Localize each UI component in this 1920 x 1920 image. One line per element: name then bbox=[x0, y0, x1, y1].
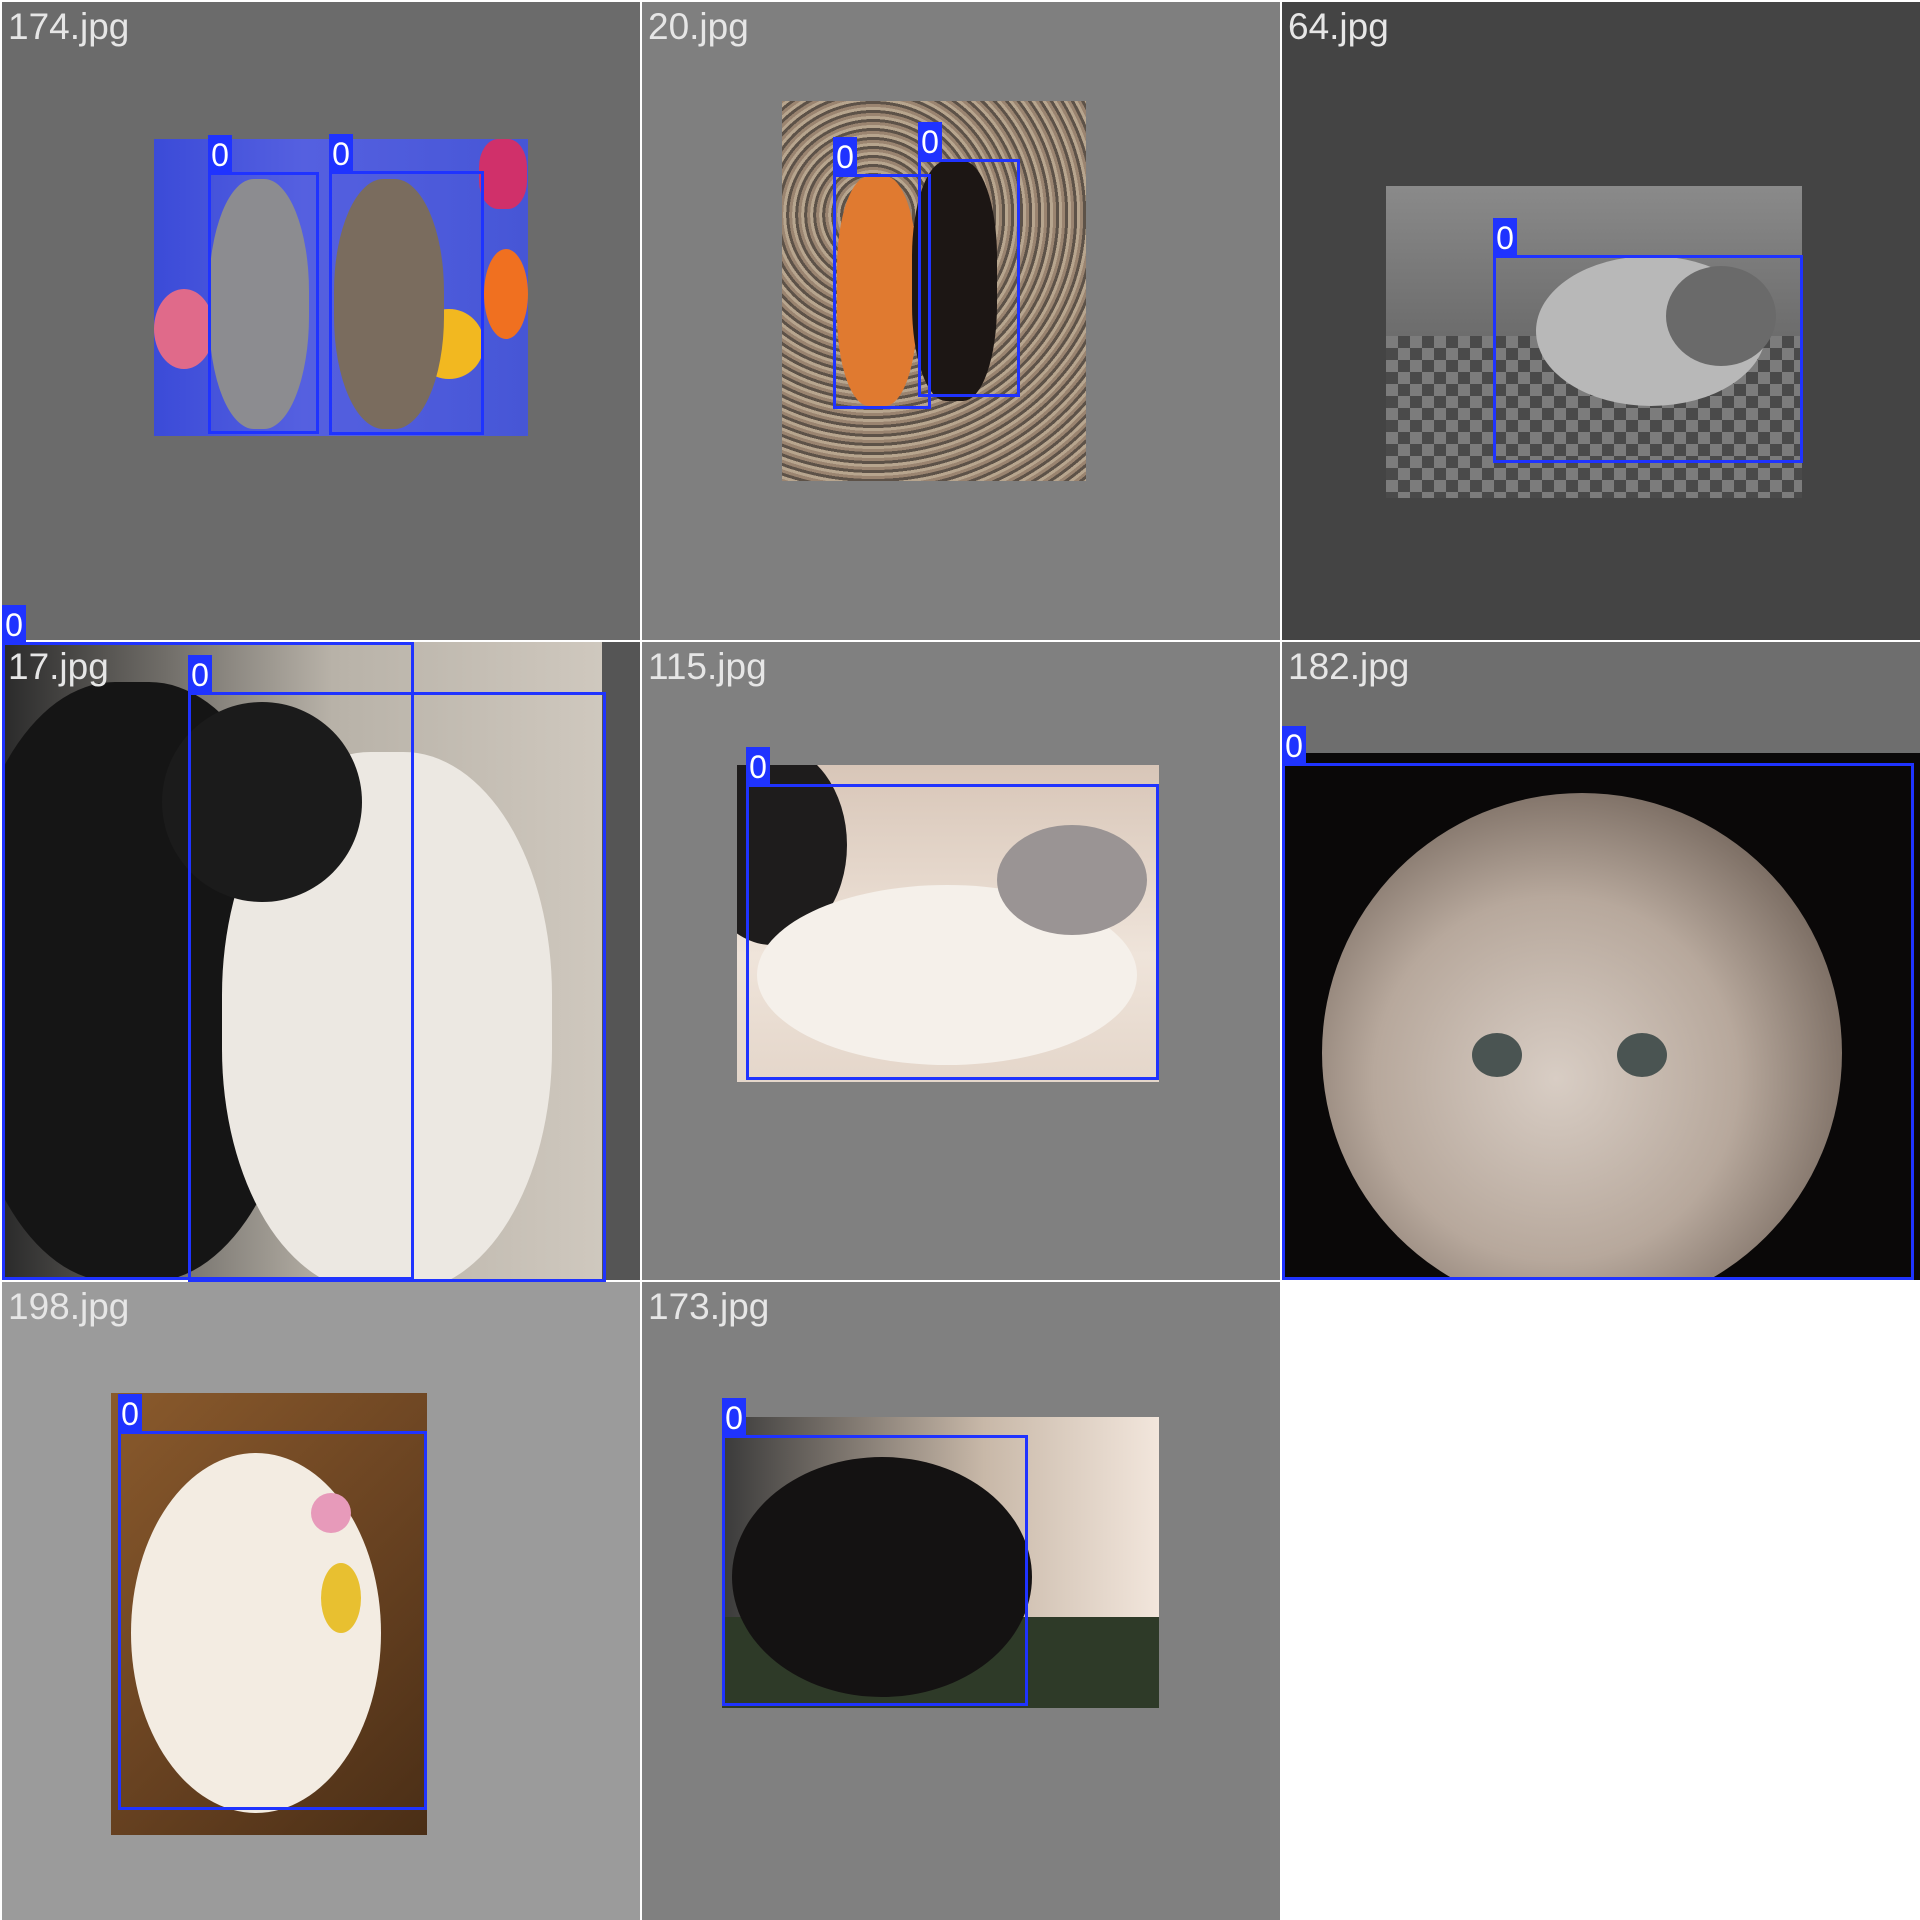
bounding-box-label: 0 bbox=[1493, 218, 1517, 256]
bounding-box-label: 0 bbox=[118, 1394, 142, 1432]
tile-filename: 182.jpg bbox=[1288, 646, 1410, 687]
bounding-box: 0 bbox=[722, 1398, 1028, 1706]
tile-filename: 20.jpg bbox=[648, 6, 749, 47]
bounding-box: 0 bbox=[833, 137, 931, 409]
bounding-box-label: 0 bbox=[722, 1398, 746, 1436]
tile-174: 0 0 174.jpg bbox=[2, 2, 640, 640]
tile-filename: 198.jpg bbox=[8, 1286, 130, 1327]
bounding-box-label: 0 bbox=[833, 137, 857, 175]
tile-filename: 64.jpg bbox=[1288, 6, 1389, 47]
bounding-box-label: 0 bbox=[2, 605, 26, 643]
tile-filename: 115.jpg bbox=[648, 646, 767, 687]
bounding-box: 0 bbox=[918, 122, 1020, 397]
bounding-box: 0 bbox=[118, 1394, 427, 1810]
bounding-box-label: 0 bbox=[746, 747, 770, 785]
tile-182: 0 182.jpg bbox=[1282, 642, 1920, 1280]
detection-mosaic: 0 0 174.jpg 0 0 20.jpg 0 64.jpg 0 0 17.j… bbox=[0, 0, 1920, 1920]
bounding-box: 0 bbox=[329, 134, 484, 435]
tile-filename: 173.jpg bbox=[648, 1286, 770, 1327]
bounding-box-label: 0 bbox=[208, 135, 232, 173]
tile-173: 0 173.jpg bbox=[642, 1282, 1280, 1920]
bounding-box-label: 0 bbox=[188, 655, 212, 693]
bounding-box-label: 0 bbox=[918, 122, 942, 160]
bounding-box: 0 bbox=[1493, 218, 1803, 463]
bounding-box: 0 bbox=[746, 747, 1159, 1080]
tile-17: 0 0 17.jpg bbox=[2, 605, 640, 1282]
tile-20: 0 0 20.jpg bbox=[642, 2, 1280, 640]
tile-198: 0 198.jpg bbox=[2, 1282, 640, 1920]
bounding-box: 0 bbox=[1282, 726, 1914, 1280]
bounding-box-label: 0 bbox=[329, 134, 353, 172]
bounding-box-label: 0 bbox=[1282, 726, 1306, 764]
tile-64: 0 64.jpg bbox=[1282, 2, 1920, 640]
tile-filename: 174.jpg bbox=[8, 6, 130, 47]
bounding-box: 0 bbox=[188, 655, 606, 1282]
bounding-box: 0 bbox=[208, 135, 319, 434]
tile-115: 0 115.jpg bbox=[642, 642, 1280, 1280]
